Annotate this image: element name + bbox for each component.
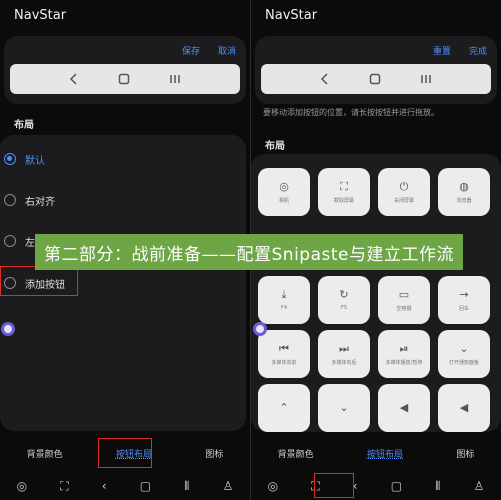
option-right-align[interactable]: 右对齐 [0, 185, 246, 215]
accessibility-icon[interactable]: ♙ [223, 479, 234, 493]
save-button[interactable]: 保存 [182, 44, 200, 57]
tile-notifications[interactable]: ⌄ 打开通知面板 [438, 330, 490, 378]
system-nav-bar: ◎ ⛶ ‹ ▢ ⦀ ♙ [251, 472, 501, 500]
power-icon: ⏻ [399, 179, 409, 193]
tile-f5[interactable]: ↻ F5 [318, 276, 370, 324]
preview-card: 重置 完成 [255, 36, 497, 104]
tab-background-color[interactable]: 背景颜色 [278, 447, 314, 460]
app-title: NavStar [14, 8, 67, 23]
back-icon [70, 73, 77, 85]
section-title: 布局 [14, 120, 34, 131]
forward-icon: ⏭ [339, 341, 349, 355]
done-button[interactable]: 完成 [469, 44, 487, 57]
recents-icon[interactable]: ⦀ [184, 479, 189, 494]
tile-media-prev[interactable]: ⏮ 多媒体向前 [258, 330, 310, 378]
preview-card: 保存 取消 [4, 36, 246, 104]
tile-volume-down[interactable]: ◀ [378, 384, 430, 432]
tile-space[interactable]: ▭ 空格键 [378, 276, 430, 324]
button-grid: ◎ 相机 ⛶ 截取屏幕 ⏻ 关闭屏幕 ◍ 浏览器 ⤓ F4 ↻ F5 ▭ 空格键 → 回车 ⏮ 多… [251, 154, 501, 432]
nav-bar-preview [10, 64, 240, 94]
screenshot-icon[interactable]: ⛶ [60, 479, 68, 494]
accessibility-icon[interactable]: ♙ [474, 479, 485, 493]
tile-browser[interactable]: ◍ 浏览器 [438, 168, 490, 216]
camera-icon: ◎ [279, 179, 289, 193]
chevron-up-icon: ⌃ [279, 401, 289, 414]
tile-screen-off[interactable]: ⏻ 关闭屏幕 [378, 168, 430, 216]
system-nav-bar: ◎ ⛶ ‹ ▢ ⦀ ♙ [0, 472, 250, 500]
section-title: 布局 [265, 141, 285, 152]
tab-background-color[interactable]: 背景颜色 [27, 447, 63, 460]
enter-icon: → [459, 287, 469, 301]
home-icon [118, 73, 130, 85]
recents-icon [169, 75, 180, 83]
home-icon[interactable]: ▢ [140, 479, 151, 493]
tile-screenshot[interactable]: ⛶ 截取屏幕 [318, 168, 370, 216]
tile-down[interactable]: ⌄ [318, 384, 370, 432]
tile-media-next[interactable]: ⏭ 多媒体向后 [318, 330, 370, 378]
f4-icon: ⤓ [281, 288, 287, 301]
radio-icon [4, 153, 16, 165]
app-title: NavStar [265, 8, 318, 23]
back-icon [321, 73, 328, 85]
highlight-box [98, 438, 152, 468]
chevron-down-icon: ⌄ [339, 401, 349, 414]
floating-handle-icon[interactable] [1, 322, 15, 336]
highlight-box [0, 266, 78, 296]
highlight-box [314, 473, 354, 498]
notification-icon: ⌄ [459, 341, 469, 355]
reset-button[interactable]: 重置 [433, 44, 451, 57]
f5-icon: ↻ [339, 288, 349, 301]
title-banner: 第二部分：战前准备——配置Snipaste与建立工作流 [35, 234, 463, 270]
camera-icon[interactable]: ◎ [17, 479, 27, 493]
option-default[interactable]: 默认 [0, 144, 246, 174]
radio-icon [4, 194, 16, 206]
camera-icon[interactable]: ◎ [268, 479, 278, 493]
tab-icon[interactable]: 图标 [205, 447, 223, 460]
cancel-button[interactable]: 取消 [218, 44, 236, 57]
space-icon: ▭ [398, 287, 410, 301]
screenshot-icon: ⛶ [340, 179, 348, 193]
back-icon[interactable]: ‹ [102, 479, 107, 493]
volume-down-icon: ◀ [399, 401, 409, 414]
rewind-icon: ⏮ [279, 341, 289, 355]
tile-up[interactable]: ⌃ [258, 384, 310, 432]
recents-icon[interactable]: ⦀ [435, 479, 440, 494]
radio-icon [4, 235, 16, 247]
tab-icon[interactable]: 图标 [456, 447, 474, 460]
drag-hint: 要移动添加按钮的位置，请长按按钮并进行拖放。 [263, 108, 439, 117]
tile-media-playpause[interactable]: ⏯ 多媒体播放/暂停 [378, 330, 430, 378]
playpause-icon: ⏯ [399, 341, 409, 355]
recents-icon [420, 75, 431, 83]
volume-up-icon: ◀ [459, 401, 469, 414]
tab-bar: 背景颜色 按钮布局 图标 [251, 438, 501, 468]
home-icon [369, 73, 381, 85]
tile-volume-up[interactable]: ◀ [438, 384, 490, 432]
tile-camera[interactable]: ◎ 相机 [258, 168, 310, 216]
tile-enter[interactable]: → 回车 [438, 276, 490, 324]
floating-handle-icon[interactable] [253, 322, 267, 336]
nav-bar-preview [261, 64, 491, 94]
tab-button-layout[interactable]: 按钮布局 [367, 447, 403, 460]
globe-icon: ◍ [459, 179, 469, 193]
tile-f4[interactable]: ⤓ F4 [258, 276, 310, 324]
home-icon[interactable]: ▢ [391, 479, 402, 493]
